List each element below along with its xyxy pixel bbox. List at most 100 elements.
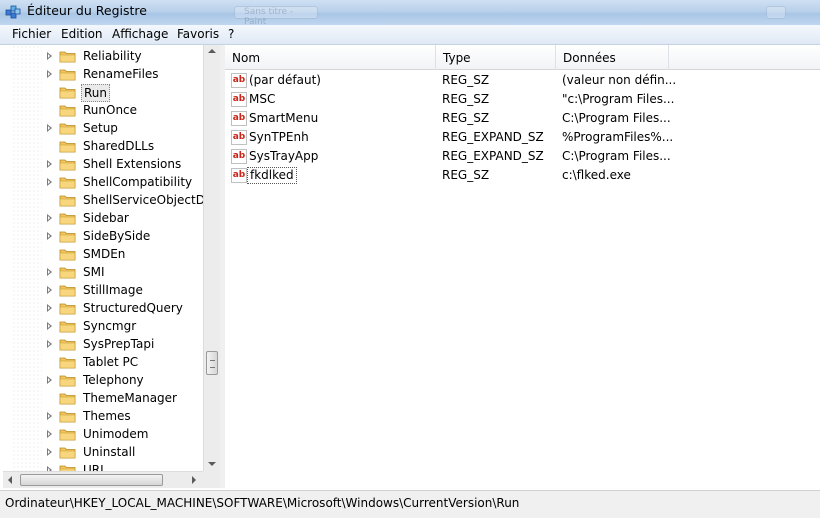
tree-vertical-scrollbar[interactable]	[203, 45, 220, 471]
registry-values-list[interactable]: Nom Type Données ab (par défaut) REG_SZ (va…	[225, 45, 820, 488]
folder-icon	[59, 141, 76, 153]
tree-vertical-scroll-thumb[interactable]	[206, 351, 218, 375]
value-name: (par défaut)	[249, 73, 321, 87]
folder-icon	[59, 87, 76, 99]
folder-icon	[59, 393, 76, 405]
folder-icon	[59, 321, 76, 333]
value-type: REG_SZ	[442, 168, 490, 182]
string-value-icon: ab	[231, 111, 247, 126]
expand-arrow-icon[interactable]	[47, 214, 52, 222]
title-bar[interactable]: Éditeur du Registre Sans titre - Paint	[0, 0, 820, 27]
registry-path: Ordinateur\HKEY_LOCAL_MACHINE\SOFTWARE\M…	[5, 496, 520, 510]
expand-arrow-icon[interactable]	[47, 124, 52, 132]
tree-item[interactable]: Telephony	[3, 371, 203, 389]
menu-favoris[interactable]: Favoris	[177, 27, 219, 41]
tree-item[interactable]: Syncmgr	[3, 317, 203, 335]
tree-item[interactable]: ShellCompatibility	[3, 173, 203, 191]
value-row[interactable]: ab MSC REG_SZ "c:\Program Files...	[225, 90, 820, 109]
value-data: (valeur non défin...	[562, 73, 677, 87]
tree-item-label: ShellServiceObjectDelay	[83, 193, 220, 207]
tree-item[interactable]: SharedDLLs	[3, 137, 203, 155]
tree-item-label: SysPrepTapi	[83, 337, 155, 351]
value-data: C:\Program Files...	[562, 111, 671, 125]
value-row[interactable]: ab (par défaut) REG_SZ (valeur non défin...	[225, 71, 820, 90]
tree-item-label: Telephony	[83, 373, 144, 387]
value-name: fkdlked	[247, 167, 297, 184]
value-name: SmartMenu	[249, 111, 319, 125]
tree-item-label: RunOnce	[83, 103, 138, 117]
expand-arrow-icon[interactable]	[47, 376, 52, 384]
tree-horizontal-scroll-thumb[interactable]	[20, 474, 163, 486]
tree-item-label: RenameFiles	[83, 67, 159, 81]
tree-item[interactable]: Setup	[3, 119, 203, 137]
column-header-name[interactable]: Nom	[225, 45, 436, 70]
ghost-window-button	[766, 6, 786, 19]
value-data: "c:\Program Files...	[562, 92, 675, 106]
window-title: Éditeur du Registre	[27, 3, 147, 18]
tree-item-label: Tablet PC	[83, 355, 139, 369]
expand-arrow-icon[interactable]	[47, 232, 52, 240]
scroll-up-arrow-icon[interactable]	[208, 49, 216, 53]
tree-item[interactable]: Sidebar	[3, 209, 203, 227]
menu-edition[interactable]: Edition	[61, 27, 103, 41]
tree-item[interactable]: ThemeManager	[3, 389, 203, 407]
scroll-left-arrow-icon[interactable]	[8, 476, 12, 484]
menu-fichier[interactable]: Fichier	[12, 27, 51, 41]
registry-key-tree[interactable]: Reliability RenameFiles Run RunOnce Setup Sha…	[3, 45, 220, 488]
column-header-type[interactable]: Type	[436, 45, 556, 70]
menu-affichage[interactable]: Affichage	[112, 27, 168, 41]
value-row[interactable]: ab SynTPEnh REG_EXPAND_SZ %ProgramFiles%...	[225, 128, 820, 147]
tree-item[interactable]: Uninstall	[3, 443, 203, 461]
expand-arrow-icon[interactable]	[47, 52, 52, 60]
scroll-right-arrow-icon[interactable]	[192, 476, 196, 484]
tree-item[interactable]: Reliability	[3, 47, 203, 65]
value-data: C:\Program Files...	[562, 149, 671, 163]
tree-item-label: Reliability	[83, 49, 142, 63]
tree-item[interactable]: RenameFiles	[3, 65, 203, 83]
folder-icon	[59, 213, 76, 225]
expand-arrow-icon[interactable]	[47, 322, 52, 330]
tree-item[interactable]: RunOnce	[3, 101, 203, 119]
string-value-icon: ab	[231, 92, 247, 107]
expand-arrow-icon[interactable]	[47, 268, 52, 276]
value-row[interactable]: ab SmartMenu REG_SZ C:\Program Files...	[225, 109, 820, 128]
expand-arrow-icon[interactable]	[47, 160, 52, 168]
expand-arrow-icon[interactable]	[47, 70, 52, 78]
value-type: REG_SZ	[442, 92, 490, 106]
folder-icon	[59, 285, 76, 297]
tree-horizontal-scrollbar[interactable]	[3, 471, 203, 488]
tree-item[interactable]: ShellServiceObjectDelay	[3, 191, 219, 209]
tree-item[interactable]: Shell Extensions	[3, 155, 203, 173]
scroll-down-arrow-icon[interactable]	[208, 462, 216, 466]
expand-arrow-icon[interactable]	[47, 304, 52, 312]
tree-item[interactable]: SideBySide	[3, 227, 203, 245]
expand-arrow-icon[interactable]	[47, 178, 52, 186]
folder-icon	[59, 249, 76, 261]
tree-item[interactable]: SMI	[3, 263, 203, 281]
column-header-data[interactable]: Données	[556, 45, 669, 70]
folder-icon	[59, 159, 76, 171]
folder-icon	[59, 177, 76, 189]
expand-arrow-icon[interactable]	[47, 340, 52, 348]
tree-item-label: SharedDLLs	[83, 139, 155, 153]
tree-item[interactable]: Run	[3, 83, 203, 102]
tree-item[interactable]: Themes	[3, 407, 203, 425]
ghost-titlebar-text: Sans titre - Paint	[244, 7, 294, 27]
expand-arrow-icon[interactable]	[47, 430, 52, 438]
expand-arrow-icon[interactable]	[47, 448, 52, 456]
value-row[interactable]: ab fkdlked REG_SZ c:\flked.exe	[225, 166, 820, 185]
tree-item[interactable]: SMDEn	[3, 245, 203, 263]
menu-help[interactable]: ?	[228, 27, 234, 41]
expand-arrow-icon[interactable]	[47, 286, 52, 294]
tree-item-label: StructuredQuery	[83, 301, 183, 315]
tree-item[interactable]: Unimodem	[3, 425, 203, 443]
value-data: c:\flked.exe	[562, 168, 631, 182]
tree-item[interactable]: StructuredQuery	[3, 299, 203, 317]
tree-item-label: Syncmgr	[83, 319, 137, 333]
value-row[interactable]: ab SysTrayApp REG_EXPAND_SZ C:\Program File…	[225, 147, 820, 166]
scrollbar-corner	[203, 471, 220, 488]
tree-item[interactable]: SysPrepTapi	[3, 335, 203, 353]
tree-item[interactable]: StillImage	[3, 281, 203, 299]
tree-item[interactable]: Tablet PC	[3, 353, 203, 371]
expand-arrow-icon[interactable]	[47, 412, 52, 420]
